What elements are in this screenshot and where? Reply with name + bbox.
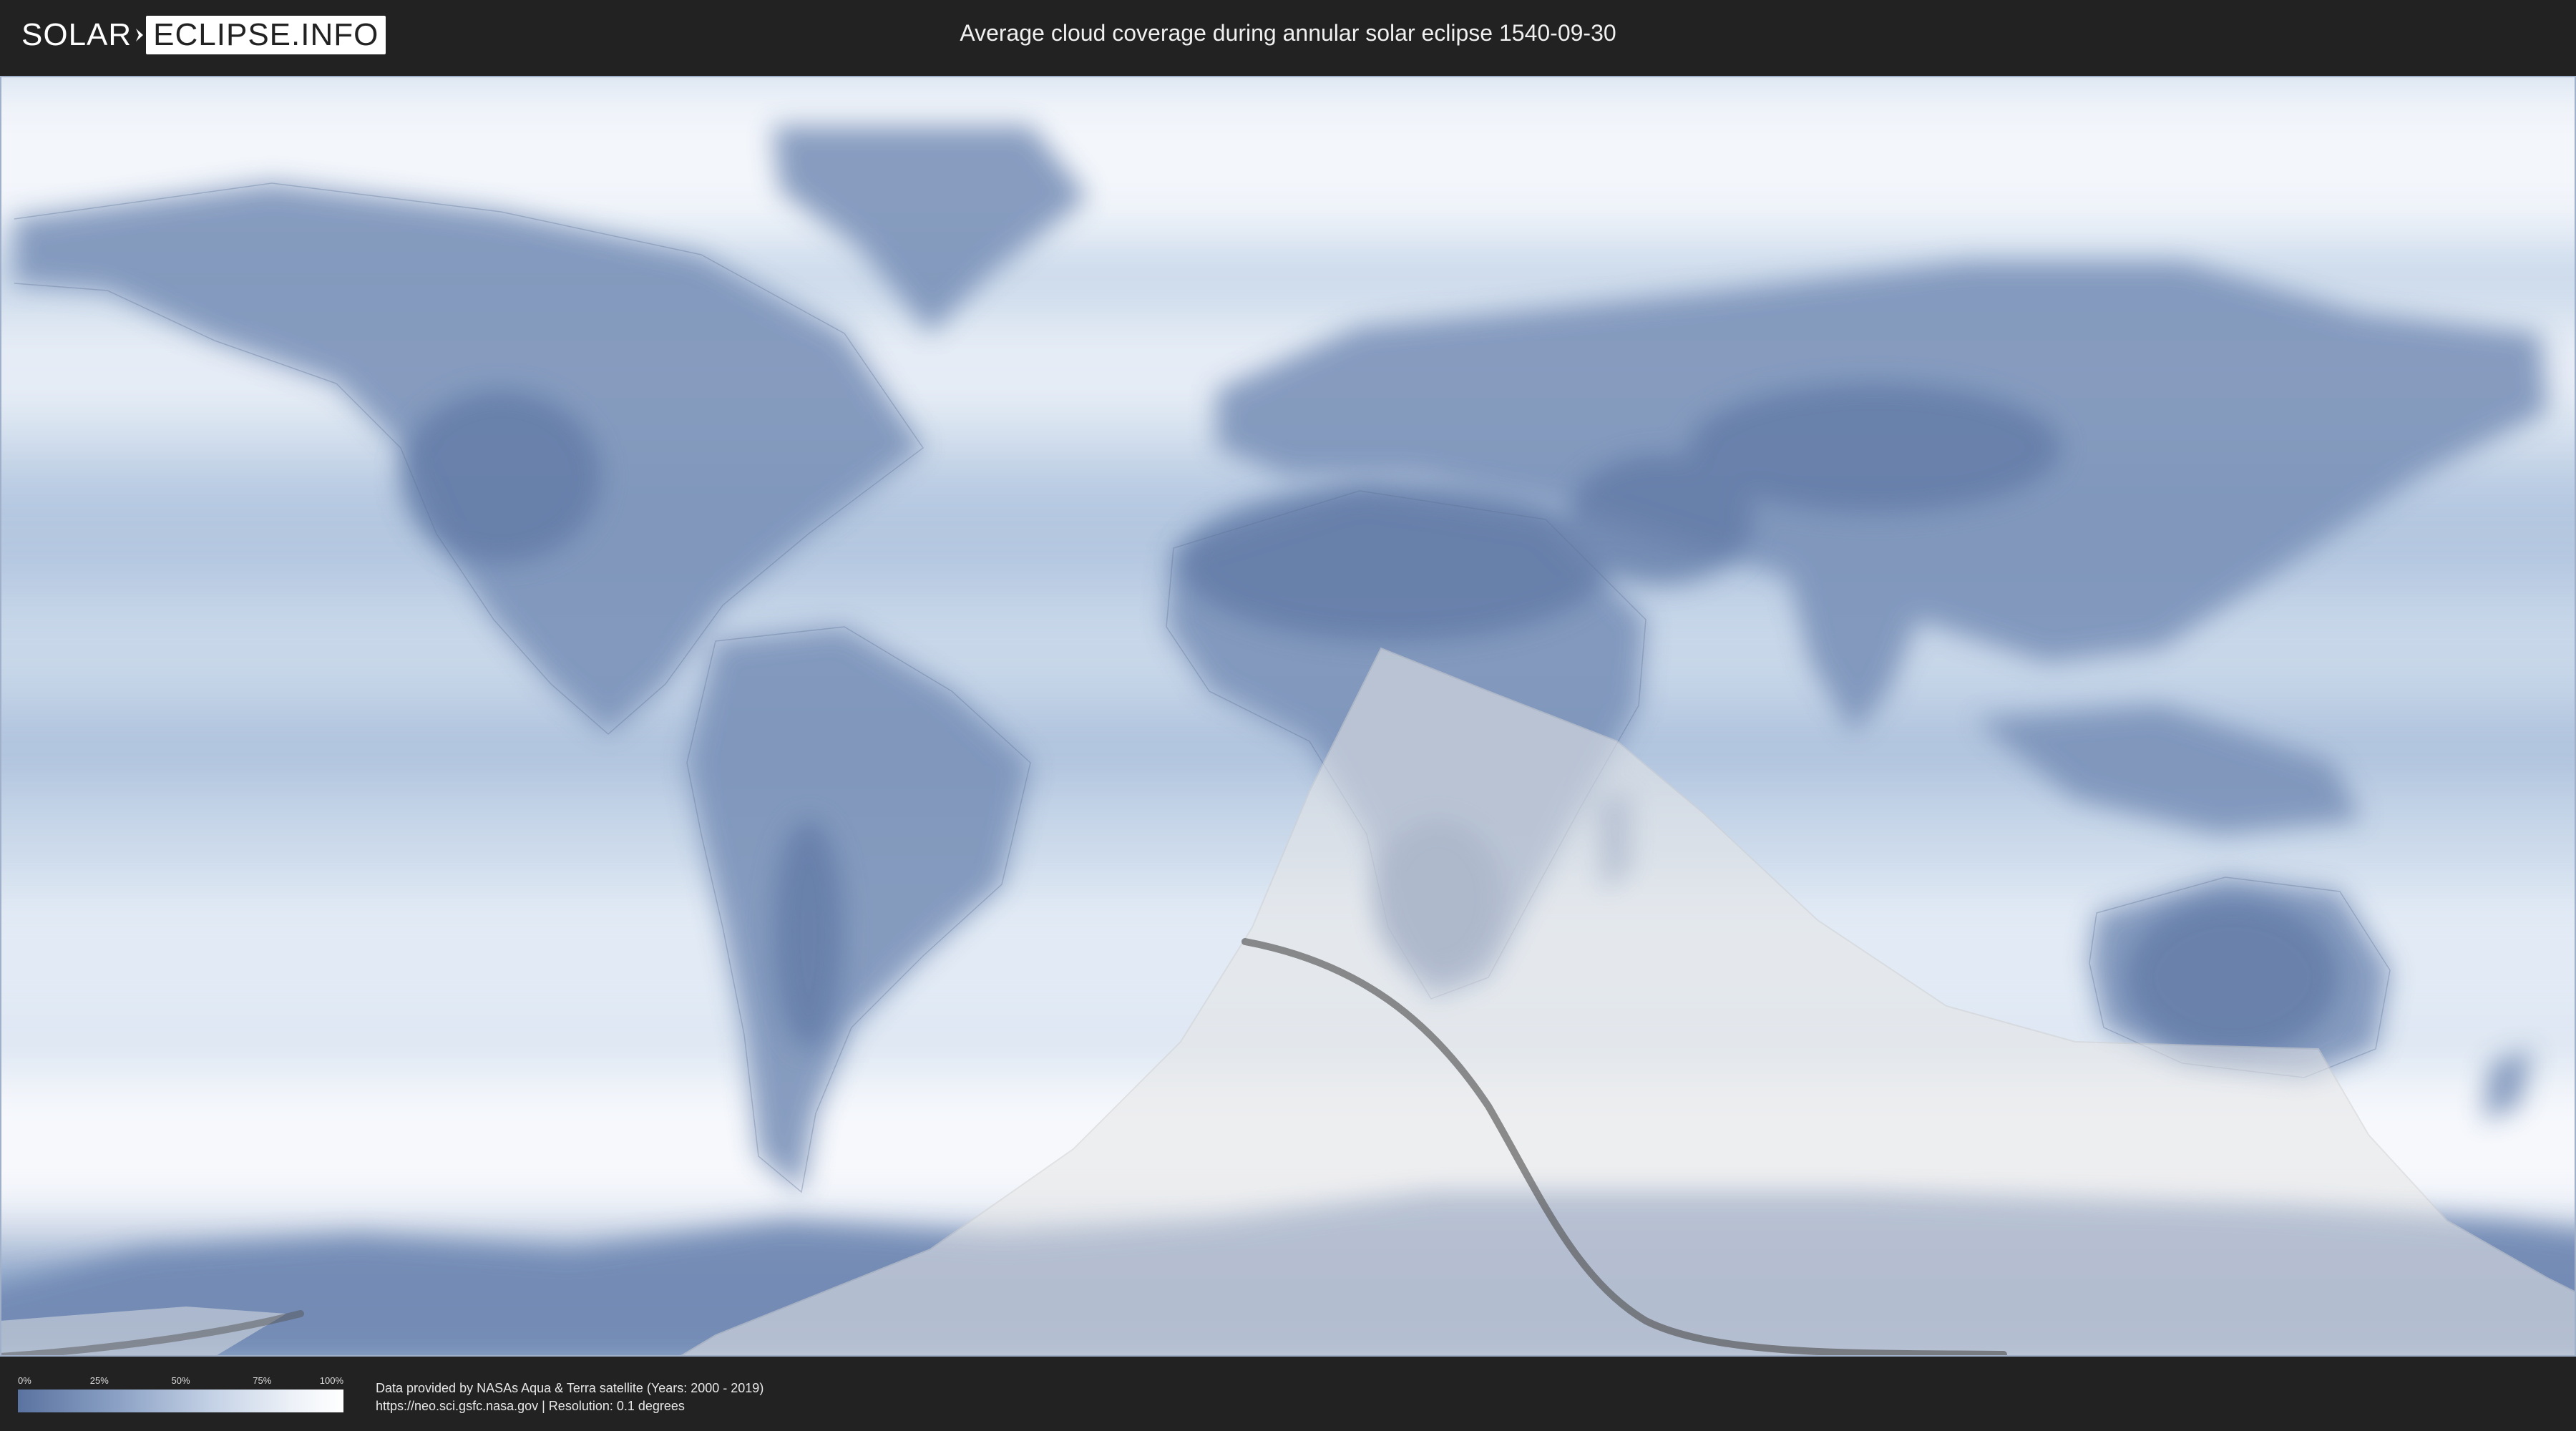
legend-gradient-bar bbox=[18, 1390, 343, 1412]
australia-clear-sky bbox=[2125, 899, 2340, 1056]
data-credits: Data provided by NASAs Aqua & Terra sate… bbox=[376, 1379, 763, 1415]
header-bar: SOLAR ECLIPSE.INFO Average cloud coverag… bbox=[0, 0, 2576, 72]
legend-tick-25: 25% bbox=[89, 1375, 109, 1386]
page-title: Average cloud coverage during annular so… bbox=[960, 20, 1616, 46]
cloud-coverage-map[interactable] bbox=[0, 76, 2576, 1357]
central-asia-clear-sky bbox=[1689, 384, 2061, 512]
sahara-clear-sky bbox=[1181, 484, 1610, 641]
credits-line-source: Data provided by NASAs Aqua & Terra sate… bbox=[376, 1381, 764, 1395]
credits-line-url[interactable]: https://neo.sci.gsfc.nasa.gov | Resoluti… bbox=[376, 1397, 763, 1415]
legend-tick-50: 50% bbox=[171, 1375, 190, 1386]
andes-clear-sky bbox=[773, 820, 844, 1049]
cloud-coverage-legend: 0% 25% 50% 75% 100% bbox=[18, 1375, 343, 1412]
western-us-clear-sky bbox=[401, 391, 601, 562]
footer-bar: 0% 25% 50% 75% 100% Data provided by NAS… bbox=[0, 1359, 2576, 1431]
world-map-svg bbox=[0, 76, 2576, 1357]
legend-ticks: 0% 25% 50% 75% 100% bbox=[18, 1375, 343, 1390]
legend-tick-0: 0% bbox=[18, 1375, 31, 1386]
legend-tick-100: 100% bbox=[319, 1375, 343, 1386]
legend-tick-75: 75% bbox=[253, 1375, 272, 1386]
